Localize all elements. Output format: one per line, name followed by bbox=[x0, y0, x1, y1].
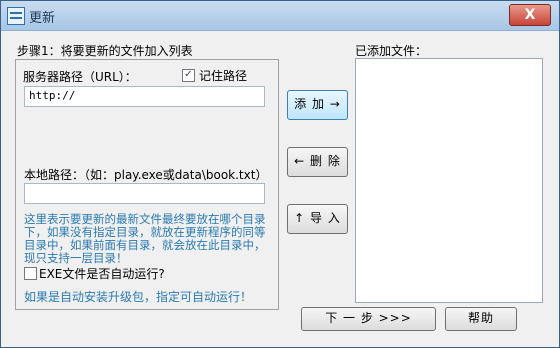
exe-autorun-label[interactable]: EXE文件是否自动运行? bbox=[39, 265, 165, 282]
dialog-body: 步骤1：将要更新的文件加入列表 服务器路径（URL）： ✓ 记住路径 http:… bbox=[9, 33, 551, 339]
close-button[interactable]: X bbox=[509, 4, 551, 26]
server-url-input[interactable]: http:// bbox=[24, 86, 265, 107]
update-window: 更新 X 步骤1：将要更新的文件加入列表 服务器路径（URL）： ✓ 记住路径 … bbox=[0, 0, 560, 348]
remember-path-label[interactable]: 记住路径 bbox=[199, 67, 247, 84]
step-label: 步骤1：将要更新的文件加入列表 bbox=[17, 44, 193, 58]
help-button[interactable]: 帮助 bbox=[445, 307, 517, 331]
app-icon bbox=[7, 7, 25, 25]
next-step-button[interactable]: 下 一 步 >>> bbox=[301, 307, 436, 331]
exe-autorun-checkbox[interactable] bbox=[24, 267, 37, 280]
server-path-label: 服务器路径（URL）： bbox=[23, 70, 137, 84]
auto-run-hint: 如果是自动安装升级包，指定可自动运行！ bbox=[24, 290, 253, 304]
import-button[interactable]: ↑ 导 入 bbox=[287, 204, 348, 234]
window-title: 更新 bbox=[29, 11, 56, 26]
added-files-list[interactable] bbox=[355, 58, 543, 303]
info-text: 这里表示要更新的最新文件最终要放在哪个目录下，如果没有指定目录，就放在更新程序的… bbox=[24, 212, 266, 265]
delete-button[interactable]: ← 删 除 bbox=[287, 147, 348, 177]
add-button[interactable]: 添 加 → bbox=[287, 90, 348, 120]
title-bar[interactable]: 更新 X bbox=[1, 1, 559, 31]
local-path-label: 本地路径：（如：play.exe或data\book.txt） bbox=[24, 168, 268, 182]
local-path-input[interactable] bbox=[24, 183, 265, 204]
added-files-label: 已添加文件： bbox=[355, 44, 428, 58]
remember-path-checkbox[interactable]: ✓ bbox=[182, 69, 195, 82]
